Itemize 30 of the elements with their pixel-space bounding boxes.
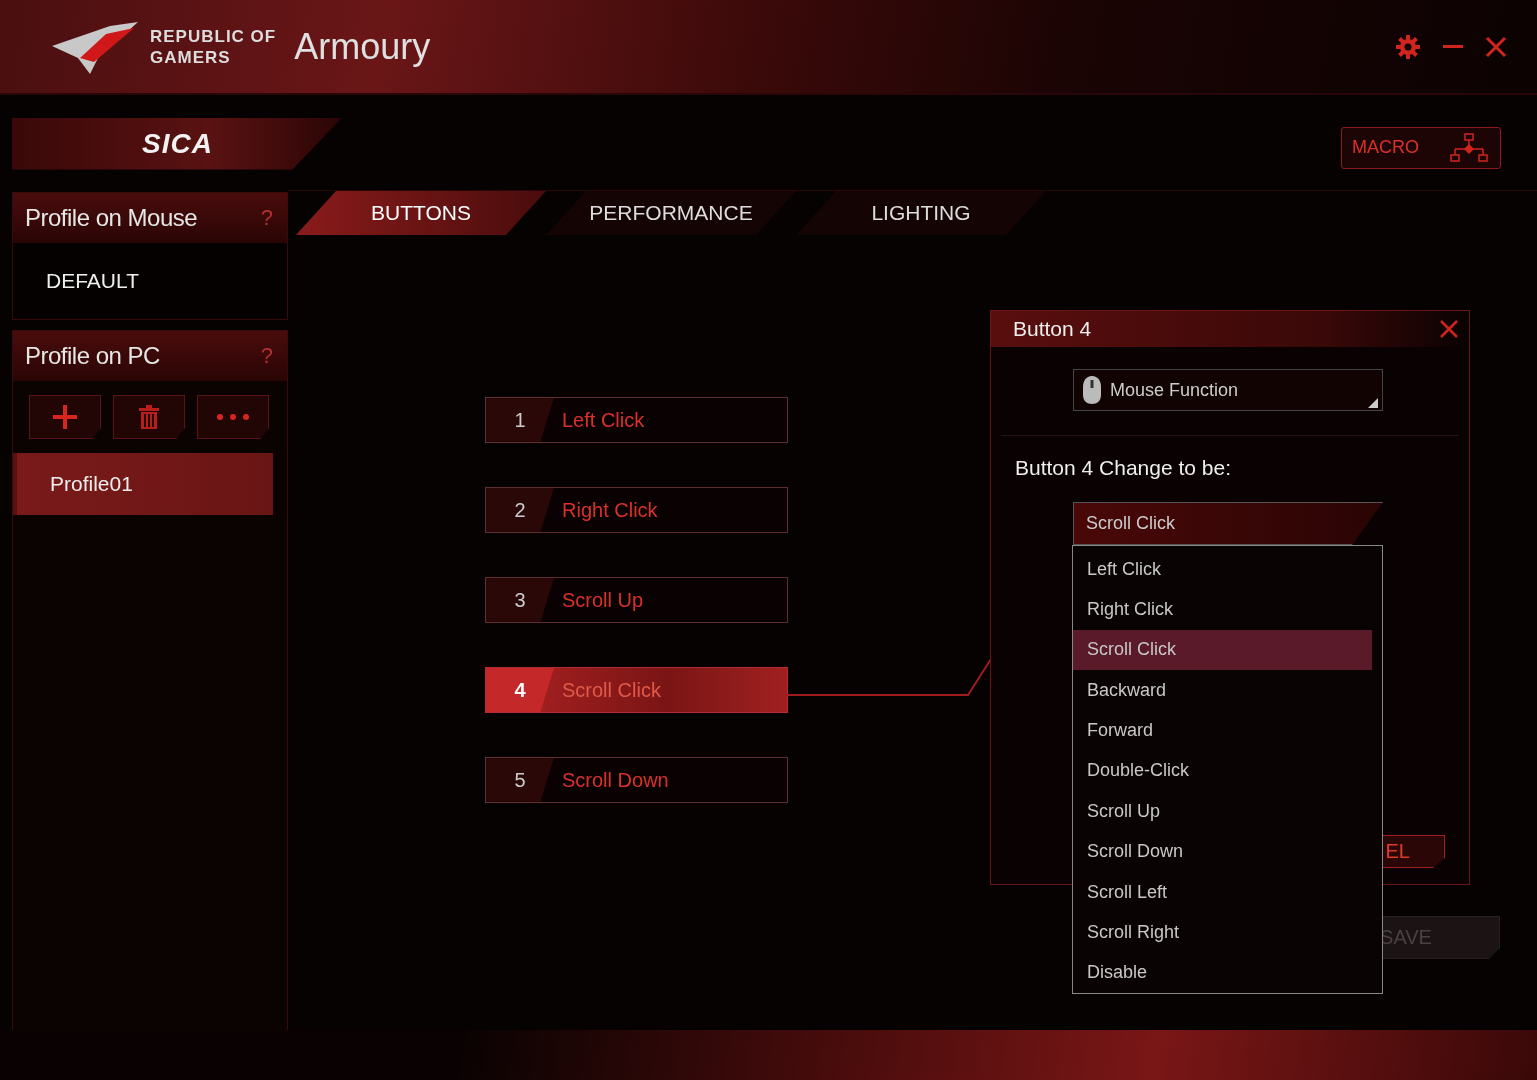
dropdown-option[interactable]: Double-Click [1073,750,1372,792]
function-select[interactable]: Mouse Function [1073,369,1383,411]
button-mapping-row[interactable]: 1 Left Click [485,397,788,443]
button-mapping-row[interactable]: 4 Scroll Click [485,667,788,713]
dropdown-option[interactable]: Scroll Click [1073,629,1372,671]
dropdown-option[interactable]: Left Click [1073,549,1372,590]
tab[interactable]: LIGHTING [796,191,1046,235]
panel-title: Profile on Mouse [25,204,198,232]
button-mapping-row[interactable]: 3 Scroll Up [485,577,788,623]
dropdown-option[interactable]: Scroll Left [1073,871,1372,913]
profile-item[interactable]: DEFAULT [13,243,287,319]
dropdown-option[interactable]: Forward [1073,710,1372,751]
macro-button[interactable]: MACRO [1341,126,1501,169]
button-mapping-row[interactable]: 2 Right Click [485,487,788,533]
dialog-title: Button 4 [1013,317,1092,341]
tab[interactable]: PERFORMANCE [546,191,796,235]
panel-title: Profile on PC [25,342,160,370]
dropdown-option[interactable]: Backward [1073,670,1372,711]
tab[interactable]: BUTTONS [296,191,546,235]
profile-item[interactable]: Profile01 [13,453,273,515]
brand-text: REPUBLIC OF [150,25,277,47]
brand-text: GAMERS [150,46,232,68]
dropdown-option[interactable]: Scroll Up [1073,791,1372,832]
action-select[interactable]: Scroll Click [1073,502,1383,545]
dropdown-option[interactable]: Scroll Down [1073,831,1372,872]
app-title: Armoury [294,25,431,68]
dropdown-option[interactable]: Right Click [1073,589,1372,630]
button-mapping-row[interactable]: 5 Scroll Down [485,757,788,803]
device-tab[interactable]: SICA [12,117,342,170]
change-label: Button 4 Change to be: [1015,456,1232,480]
